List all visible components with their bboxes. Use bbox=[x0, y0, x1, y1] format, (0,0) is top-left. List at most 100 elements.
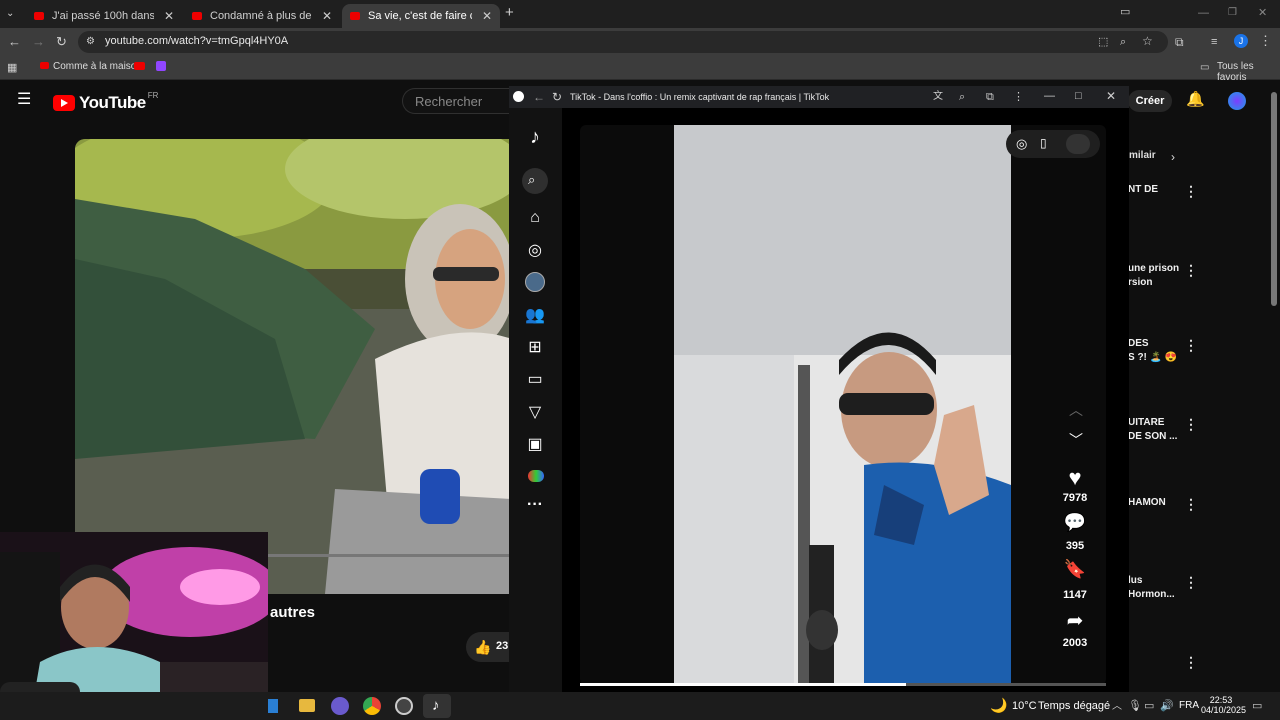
page-scrollbar[interactable] bbox=[1271, 92, 1277, 306]
language-indicator[interactable]: FRA bbox=[1179, 700, 1199, 711]
minimize-icon[interactable]: — bbox=[1044, 89, 1055, 103]
file-explorer-icon[interactable] bbox=[299, 699, 315, 712]
close-window-icon[interactable]: ✕ bbox=[1106, 89, 1116, 103]
following-users-icon[interactable]: 👥 bbox=[524, 304, 546, 326]
windows-start-icon[interactable] bbox=[268, 699, 278, 713]
like-heart-icon[interactable]: ♥ bbox=[1045, 465, 1105, 491]
more-options-icon[interactable]: ⋮ bbox=[1184, 574, 1198, 591]
creator-avatar-icon[interactable] bbox=[1066, 134, 1090, 154]
tab-2[interactable]: Condamné à plus de quatre ans ✕ bbox=[184, 4, 340, 28]
tray-chevron-icon[interactable]: ︿ bbox=[1112, 700, 1122, 714]
more-options-icon[interactable]: ⋮ bbox=[1184, 337, 1198, 354]
reload-icon[interactable]: ↻ bbox=[552, 90, 562, 104]
tiktok-logo-icon[interactable]: ♪ bbox=[524, 126, 546, 148]
recommendation-title[interactable]: lus Hormon... bbox=[1128, 574, 1175, 602]
next-video-chevron-icon[interactable]: ﹀ bbox=[1069, 433, 1083, 447]
more-options-icon[interactable]: ⋮ bbox=[1184, 496, 1198, 513]
more-options-icon[interactable]: ⋮ bbox=[1184, 654, 1198, 671]
cast-icon[interactable]: ▭ bbox=[1120, 5, 1130, 19]
tab-1-close-icon[interactable]: ✕ bbox=[164, 9, 174, 23]
more-options-icon[interactable]: ⋮ bbox=[1184, 416, 1198, 433]
chevron-right-icon[interactable]: › bbox=[1171, 150, 1175, 164]
more-options-icon[interactable]: ⋮ bbox=[1184, 183, 1198, 200]
extensions-icon[interactable]: ⧉ bbox=[986, 90, 994, 104]
hamburger-menu-icon[interactable]: ☰ bbox=[17, 92, 31, 108]
explore-compass-icon[interactable]: ◎ bbox=[524, 239, 546, 261]
more-dots-icon[interactable]: ··· bbox=[524, 494, 546, 516]
restore-icon[interactable]: ❐ bbox=[1228, 6, 1237, 20]
recommendation-title[interactable]: DES S ?! 🏝️ 😍 bbox=[1128, 337, 1177, 365]
tab-3[interactable]: Sa vie, c'est de faire ch**r les autres … bbox=[342, 4, 500, 28]
live-tv-icon[interactable]: ▣ bbox=[524, 433, 546, 455]
back-icon[interactable]: ← bbox=[8, 35, 21, 49]
extensions-icon[interactable]: ⧉ bbox=[1175, 35, 1184, 49]
account-avatar[interactable] bbox=[1228, 92, 1246, 110]
maximize-icon[interactable]: □ bbox=[1075, 89, 1082, 103]
weather-temp[interactable]: 10°C bbox=[1012, 700, 1037, 712]
notification-center-icon[interactable]: ▭ bbox=[1252, 699, 1262, 713]
weather-desc[interactable]: Temps dégagé bbox=[1038, 700, 1110, 712]
share-arrow-icon[interactable]: ➦ bbox=[1045, 608, 1105, 633]
progress-track[interactable] bbox=[580, 683, 1106, 686]
clock-date: 04/10/2025 bbox=[1201, 705, 1247, 715]
menu-kebab-icon[interactable]: ⋮ bbox=[1013, 90, 1024, 104]
menu-kebab-icon[interactable]: ⋮ bbox=[1259, 34, 1272, 48]
minimize-icon[interactable]: — bbox=[1198, 6, 1209, 20]
tab-search-chevron-icon[interactable]: ⌄ bbox=[6, 7, 14, 21]
tab-1[interactable]: J'ai passé 100h dans une prison ✕ bbox=[26, 4, 182, 28]
recommendation-title[interactable]: HAMON bbox=[1128, 496, 1166, 510]
tiktok-taskbar-button[interactable]: ♪ bbox=[423, 694, 451, 718]
bookmark-icon[interactable]: 🔖 bbox=[1045, 559, 1105, 580]
translate-icon[interactable]: 文 bbox=[933, 90, 943, 104]
zoom-icon[interactable]: ⌕ bbox=[1120, 35, 1126, 49]
recommendation-title[interactable]: UITARE DE SON ... bbox=[1128, 416, 1177, 444]
mobile-view-icon[interactable]: ▯ bbox=[1040, 136, 1047, 150]
youtube-bookmark-icon[interactable] bbox=[134, 62, 145, 70]
reload-icon[interactable]: ↻ bbox=[56, 35, 67, 49]
chrome-app-icon[interactable] bbox=[363, 697, 381, 715]
profile-avatar-icon[interactable] bbox=[525, 272, 545, 292]
search-button[interactable]: ⌕ bbox=[522, 168, 548, 194]
install-app-icon[interactable]: ⬚ bbox=[1098, 35, 1108, 49]
comment-icon[interactable]: 💬 bbox=[1045, 512, 1105, 533]
microphone-icon[interactable]: 🎙 bbox=[1128, 699, 1142, 713]
tab-3-close-icon[interactable]: ✕ bbox=[482, 9, 492, 23]
notifications-bell-icon[interactable]: 🔔 bbox=[1186, 92, 1205, 107]
profile-avatar-icon[interactable]: J bbox=[1234, 34, 1248, 48]
more-options-icon[interactable]: ⋮ bbox=[1184, 262, 1198, 279]
previous-video-chevron-icon[interactable]: ︿ bbox=[1069, 403, 1083, 417]
obs-app-icon[interactable] bbox=[395, 697, 413, 715]
home-icon[interactable]: ⌂ bbox=[524, 207, 546, 229]
reading-list-icon[interactable]: ≡ bbox=[1211, 35, 1217, 49]
clock[interactable]: 22:53 04/10/2025 bbox=[1201, 695, 1247, 715]
tiktok-feed: ◎ ▯ ︿ ﹀ ♥ 7978 💬 395 🔖 1147 ➦ 2003 bbox=[562, 108, 1129, 693]
network-icon[interactable]: ▭ bbox=[1144, 699, 1154, 713]
youtube-logo[interactable]: YouTube FR bbox=[53, 91, 158, 113]
new-tab-icon[interactable]: + bbox=[505, 5, 514, 20]
upload-plus-icon[interactable]: ⊞ bbox=[524, 336, 546, 358]
filter-chip[interactable]: milair bbox=[1129, 150, 1156, 161]
inbox-send-icon[interactable]: ▽ bbox=[524, 401, 546, 423]
autoscroll-icon[interactable]: ◎ bbox=[1016, 136, 1027, 152]
volume-icon[interactable]: 🔊 bbox=[1160, 699, 1174, 713]
search-input[interactable]: Rechercher bbox=[402, 88, 512, 114]
bookmark-star-icon[interactable]: ☆ bbox=[1142, 34, 1153, 48]
bookmark-item[interactable]: Comme à la maison bbox=[53, 61, 142, 72]
forward-icon[interactable]: → bbox=[32, 35, 45, 49]
address-bar[interactable]: ⚙ youtube.com/watch?v=tmGpql4HY0A ⬚ ⌕ ☆ bbox=[78, 31, 1168, 53]
create-button[interactable]: Créer bbox=[1128, 90, 1172, 112]
video-player[interactable] bbox=[75, 139, 512, 594]
recommendation-title[interactable]: une prison rsion bbox=[1128, 262, 1179, 290]
zoom-icon[interactable]: ⌕ bbox=[959, 90, 965, 104]
apps-grid-icon[interactable]: ▦ bbox=[7, 61, 17, 75]
twitch-bookmark-icon[interactable] bbox=[156, 61, 166, 71]
messages-icon[interactable]: ▭ bbox=[524, 368, 546, 390]
recommendation-title[interactable]: NT DE bbox=[1128, 183, 1158, 197]
site-info-icon[interactable]: ⚙ bbox=[86, 35, 95, 49]
more-apps-icon[interactable] bbox=[528, 470, 544, 482]
close-window-icon[interactable]: ✕ bbox=[1258, 6, 1267, 20]
video-container[interactable]: ◎ ▯ bbox=[580, 125, 1106, 686]
discord-app-icon[interactable] bbox=[331, 697, 349, 715]
back-icon[interactable]: ← bbox=[533, 90, 545, 104]
tab-2-close-icon[interactable]: ✕ bbox=[322, 9, 332, 23]
